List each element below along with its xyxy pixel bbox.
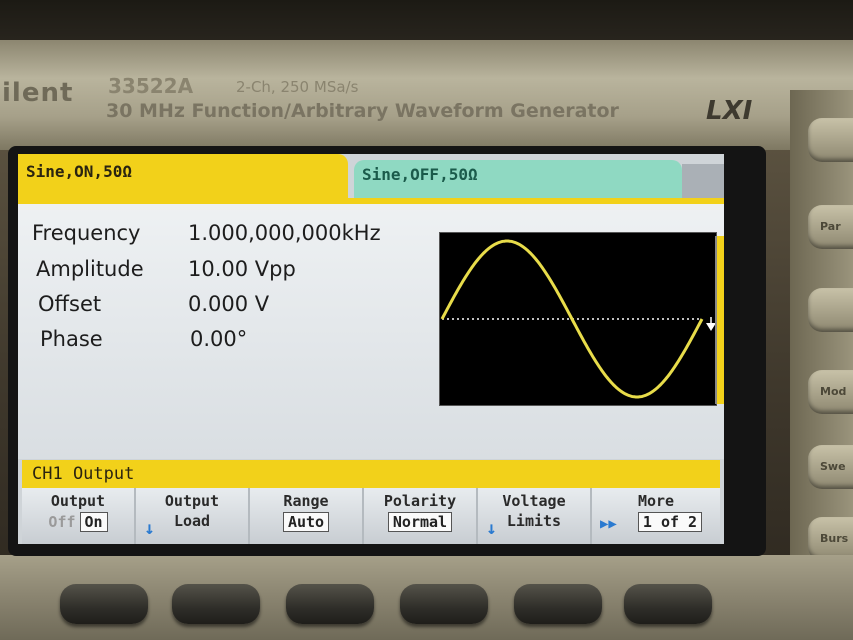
softkey-button-3[interactable]: [286, 584, 374, 624]
amplitude-label: Amplitude: [36, 257, 144, 281]
side-button-modulation[interactable]: Mod: [808, 370, 853, 414]
softkey-more-title: More: [637, 492, 675, 510]
offset-label: Offset: [38, 292, 102, 316]
side-button-label: Par: [820, 220, 841, 233]
side-button-1[interactable]: [808, 118, 853, 162]
side-button-label: Mod: [820, 385, 847, 398]
tab-channel-1[interactable]: Sine,ON,50Ω: [18, 154, 348, 198]
menu-title: CH1 Output: [22, 460, 720, 488]
softkey-button-5[interactable]: [514, 584, 602, 624]
softkey-output-toggle[interactable]: Off On: [22, 512, 134, 532]
brand-label-area: ilent 33522A 2-Ch, 250 MSa/s 30 MHz Func…: [0, 72, 853, 142]
softkey-more-value: 1 of 2: [637, 512, 703, 532]
lxi-logo: LXI: [706, 96, 753, 126]
output-on-option[interactable]: On: [79, 512, 108, 532]
tab-channel-2[interactable]: Sine,OFF,50Ω: [354, 160, 682, 198]
softkey-limits-title: Voltage: [502, 492, 566, 510]
tab-strip-filler: [682, 164, 724, 198]
side-button-parameters[interactable]: Par: [808, 205, 853, 249]
softkey-polarity-value: Normal: [387, 512, 453, 532]
softkey-button-6[interactable]: [624, 584, 712, 624]
side-button-label: Burs: [820, 532, 849, 545]
softkey-polarity[interactable]: Polarity Normal: [364, 488, 478, 544]
softkey-button-4[interactable]: [400, 584, 488, 624]
tab-channel-2-label: Sine,OFF,50Ω: [362, 165, 478, 184]
side-button-sweep[interactable]: Swe: [808, 445, 853, 489]
waveform-graph: [440, 239, 716, 399]
submenu-arrow-icon: ↓: [486, 518, 497, 539]
softkey-range[interactable]: Range Auto: [250, 488, 364, 544]
side-button-3[interactable]: [808, 288, 853, 332]
double-chevron-right-icon: ▶▶: [600, 516, 617, 532]
side-button-label: Swe: [820, 460, 846, 473]
softkey-more[interactable]: More 1 of 2 ▶▶: [592, 488, 720, 544]
model-spec: 2-Ch, 250 MSa/s: [236, 78, 359, 96]
tab-channel-1-label: Sine,ON,50Ω: [26, 162, 132, 181]
brand-logo: ilent: [2, 78, 74, 108]
softkey-output-load[interactable]: Output Load ↓: [136, 488, 250, 544]
softkey-polarity-title: Polarity: [383, 492, 457, 510]
submenu-arrow-icon: ↓: [144, 518, 155, 539]
frequency-label: Frequency: [32, 221, 141, 245]
softkey-load-title: Output: [164, 492, 220, 510]
amplitude-scale-bar: [715, 236, 724, 404]
model-number: 33522A: [108, 74, 194, 98]
softkey-button-1[interactable]: [60, 584, 148, 624]
softkey-range-title: Range: [283, 492, 329, 510]
softkey-voltage-limits[interactable]: Voltage Limits ↓: [478, 488, 592, 544]
phase-label: Phase: [40, 327, 103, 351]
softkey-output[interactable]: Output Off On: [22, 488, 136, 544]
waveform-display: [439, 232, 717, 406]
output-off-option[interactable]: Off: [48, 513, 75, 531]
model-description: 30 MHz Function/Arbitrary Waveform Gener…: [106, 100, 619, 122]
softkey-button-2[interactable]: [172, 584, 260, 624]
softkey-output-title: Output: [50, 492, 106, 510]
softkey-menu: Output Off On Output Load ↓ Range Auto Po…: [22, 488, 720, 544]
softkey-range-value: Auto: [282, 512, 330, 532]
menu-title-label: CH1 Output: [32, 464, 135, 484]
